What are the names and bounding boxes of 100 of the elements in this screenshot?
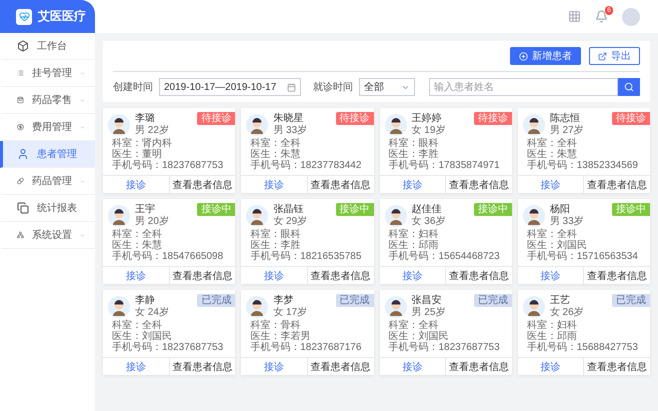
sex-age: 女 19岁	[412, 125, 446, 136]
doctor: 医生：朱慧	[112, 240, 163, 251]
patient-name: 李璐	[135, 113, 156, 125]
sex-age: 男 33岁	[273, 125, 308, 136]
accept-button[interactable]: 接诊	[380, 358, 446, 375]
status-badge: 已完成	[474, 294, 512, 307]
visit-time-label: 就诊时间	[313, 80, 353, 94]
sex-age: 女 24岁	[135, 307, 169, 318]
patient-search-field[interactable]: 输入患者姓名	[429, 78, 618, 96]
sidebar-item[interactable]: 患者管理	[0, 141, 95, 168]
accept-button[interactable]: 接诊	[103, 358, 169, 375]
search-button[interactable]	[618, 78, 640, 96]
patient-name: 王宇	[135, 204, 156, 216]
avatar-icon	[246, 114, 268, 136]
status-badge: 待接诊	[612, 112, 650, 125]
patient-name: 王艺	[550, 295, 571, 307]
status-badge: 已完成	[336, 294, 374, 307]
doctor: 医生：朱慧	[250, 149, 302, 160]
view-patient-button[interactable]: 查看患者信息	[583, 267, 650, 284]
phone-number: 手机号码：18237687176	[250, 342, 362, 353]
department: 科室：全科	[112, 229, 163, 240]
avatar-icon	[522, 296, 545, 318]
avatar-icon	[108, 204, 130, 226]
department: 科室：全科	[250, 138, 302, 149]
department: 科室：全科	[388, 320, 440, 331]
view-patient-button[interactable]: 查看患者信息	[168, 267, 236, 284]
sex-age: 男 25岁	[412, 307, 446, 318]
view-patient-button[interactable]: 查看患者信息	[583, 358, 650, 375]
phone-number: 手机号码：15688427753	[526, 342, 639, 353]
status-badge: 接诊中	[612, 203, 650, 216]
sex-age: 男 27岁	[550, 125, 584, 136]
sex-age: 男 22岁	[135, 125, 169, 136]
apps-grid-icon[interactable]	[568, 10, 581, 23]
pill-icon	[17, 175, 24, 187]
sex-age: 男 33岁	[550, 216, 584, 227]
phone-number: 手机号码：18237687753	[112, 160, 224, 171]
accept-button[interactable]: 接诊	[241, 267, 307, 284]
accept-button[interactable]: 接诊	[380, 267, 446, 284]
phone-number: 手机号码：18237687753	[388, 342, 501, 353]
doctor: 医生：邱雨	[526, 331, 578, 342]
visit-time-select[interactable]: 全部	[359, 78, 415, 96]
view-patient-button[interactable]: 查看患者信息	[306, 176, 374, 193]
doctor: 医生：朱慧	[526, 149, 578, 160]
patient-name: 李静	[135, 295, 156, 307]
view-patient-button[interactable]: 查看患者信息	[445, 176, 512, 193]
view-patient-button[interactable]: 查看患者信息	[583, 176, 650, 193]
patient-name: 杨阳	[550, 204, 571, 216]
bag-icon	[17, 94, 24, 106]
sex-age: 女 17岁	[273, 307, 308, 318]
add-patient-button[interactable]: 新增患者	[510, 47, 581, 65]
status-badge: 已完成	[612, 294, 650, 307]
copy-icon	[17, 202, 29, 214]
department: 科室：眼科	[250, 229, 302, 240]
status-badge: 接诊中	[474, 203, 512, 216]
phone-number: 手机号码：15654468723	[388, 251, 501, 262]
accept-button[interactable]: 接诊	[241, 176, 307, 193]
patient-name: 王婷婷	[412, 113, 442, 124]
date-range-field[interactable]: 2019-10-17—2019-10-17	[159, 78, 301, 96]
phone-number: 手机号码：17835874971	[388, 160, 501, 171]
accept-button[interactable]: 接诊	[518, 267, 584, 284]
doctor: 医生：刘国民	[112, 331, 173, 342]
view-patient-button[interactable]: 查看患者信息	[168, 358, 236, 375]
calendar-icon	[287, 82, 296, 92]
status-badge: 待接诊	[336, 112, 374, 125]
accept-button[interactable]: 接诊	[103, 267, 169, 284]
avatar-icon	[246, 296, 268, 318]
accept-button[interactable]: 接诊	[241, 358, 307, 375]
coin-icon	[17, 121, 24, 133]
patient-name: 赵佳佳	[412, 204, 442, 216]
department: 科室：妇科	[526, 320, 578, 331]
phone-number: 手机号码：18237783442	[250, 160, 362, 171]
department: 科室：全科	[526, 138, 578, 149]
sex-age: 男 20岁	[135, 216, 169, 227]
avatar-icon	[384, 296, 406, 318]
view-patient-button[interactable]: 查看患者信息	[445, 358, 512, 375]
avatar-icon	[246, 204, 268, 226]
view-patient-button[interactable]: 查看患者信息	[306, 358, 374, 375]
export-button[interactable]: 导出	[589, 47, 640, 65]
doctor: 医生：董明	[112, 149, 163, 160]
accept-button[interactable]: 接诊	[103, 176, 169, 193]
accept-button[interactable]: 接诊	[518, 176, 584, 193]
doctor: 医生：李若男	[250, 331, 312, 342]
phone-number: 手机号码：18547665098	[112, 251, 224, 262]
accept-button[interactable]: 接诊	[518, 358, 584, 375]
patient-name: 朱晓星	[273, 113, 304, 124]
view-patient-button[interactable]: 查看患者信息	[306, 267, 374, 284]
doctor: 医生：刘国民	[526, 240, 588, 251]
plus-icon	[519, 52, 528, 60]
doctor: 医生：刘国民	[388, 331, 450, 342]
sex-age: 女 29岁	[273, 216, 308, 227]
accept-button[interactable]: 接诊	[380, 176, 446, 193]
view-patient-button[interactable]: 查看患者信息	[445, 267, 512, 284]
bell-icon[interactable]	[595, 10, 608, 23]
status-badge: 待接诊	[474, 112, 512, 125]
department: 科室：眼科	[388, 138, 440, 149]
department: 科室：肾内科	[112, 138, 173, 149]
status-badge: 接诊中	[336, 203, 374, 216]
user-icon	[17, 148, 29, 160]
view-patient-button[interactable]: 查看患者信息	[168, 176, 236, 193]
search-icon	[624, 82, 634, 92]
